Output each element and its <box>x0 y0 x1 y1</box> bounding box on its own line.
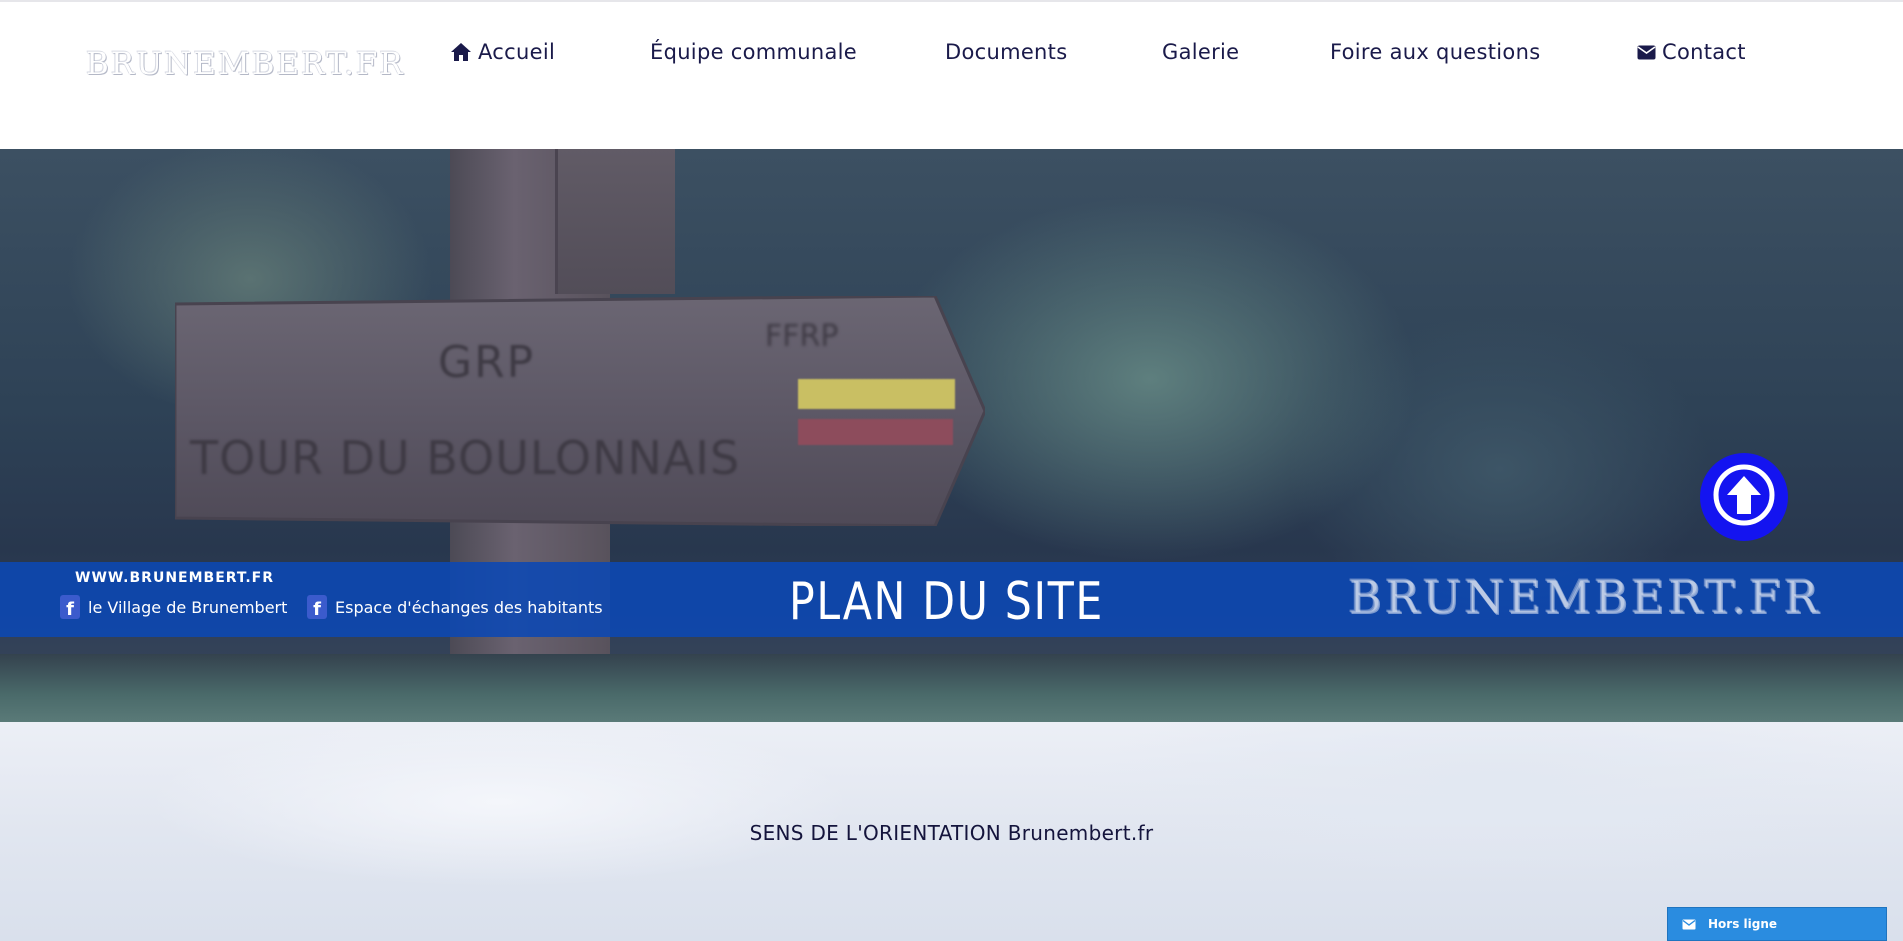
fb-link-village[interactable]: f le Village de Brunembert <box>60 595 287 619</box>
site-header: BRUNEMBERT.FR Accueil Équipe communale D… <box>0 0 1903 149</box>
arrow-up-icon <box>1713 464 1775 530</box>
offline-chat-button[interactable]: Hors ligne <box>1667 907 1887 941</box>
envelope-icon <box>1637 45 1656 60</box>
nav-contact-label: Contact <box>1662 40 1746 64</box>
signpost-arrow <box>175 296 985 526</box>
envelope-icon <box>1682 915 1696 934</box>
nav-accueil[interactable]: Accueil <box>450 40 555 64</box>
grass-strip <box>0 654 1903 722</box>
hero-banner: GRP FFRP TOUR DU BOULONNAIS WWW.BRUNEMBE… <box>0 149 1903 722</box>
trail-marker-yellow <box>798 379 955 409</box>
content-section: SENS DE L'ORIENTATION Brunembert.fr <box>0 722 1903 941</box>
fb-link-espace-label: Espace d'échanges des habitants <box>335 597 603 617</box>
chat-status-label: Hors ligne <box>1708 917 1778 931</box>
fb-link-village-label: le Village de Brunembert <box>88 597 288 617</box>
nav-contact[interactable]: Contact <box>1637 40 1746 64</box>
nav-documents-label: Documents <box>945 40 1068 64</box>
nav-equipe-communale[interactable]: Équipe communale <box>650 40 857 64</box>
nav-accueil-label: Accueil <box>478 40 556 64</box>
sign-text-grp: GRP <box>438 337 536 388</box>
signpost-top-sign <box>555 149 675 294</box>
title-banner: WWW.BRUNEMBERT.FR f le Village de Brunem… <box>0 562 1903 637</box>
fb-link-espace[interactable]: f Espace d'échanges des habitants <box>307 595 603 619</box>
home-icon <box>450 42 472 62</box>
nav-faq[interactable]: Foire aux questions <box>1330 40 1540 64</box>
sign-text-tour: TOUR DU BOULONNAIS <box>190 431 741 485</box>
page-title: PLAN DU SITE <box>789 572 1104 632</box>
facebook-icon: f <box>60 595 80 619</box>
banner-url: WWW.BRUNEMBERT.FR <box>75 570 275 586</box>
sign-text-ffrp: FFRP <box>765 319 839 354</box>
orientation-heading: SENS DE L'ORIENTATION Brunembert.fr <box>749 821 1154 845</box>
site-logo[interactable]: BRUNEMBERT.FR <box>86 46 405 82</box>
nav-documents[interactable]: Documents <box>945 40 1067 64</box>
nav-equipe-label: Équipe communale <box>650 40 858 64</box>
facebook-icon: f <box>307 595 327 619</box>
nav-galerie-label: Galerie <box>1162 40 1240 64</box>
scroll-top-button[interactable] <box>1700 453 1788 541</box>
nav-faq-label: Foire aux questions <box>1330 40 1541 64</box>
banner-logo: BRUNEMBERT.FR <box>1348 570 1822 624</box>
trail-marker-red <box>798 419 953 445</box>
nav-galerie[interactable]: Galerie <box>1162 40 1239 64</box>
